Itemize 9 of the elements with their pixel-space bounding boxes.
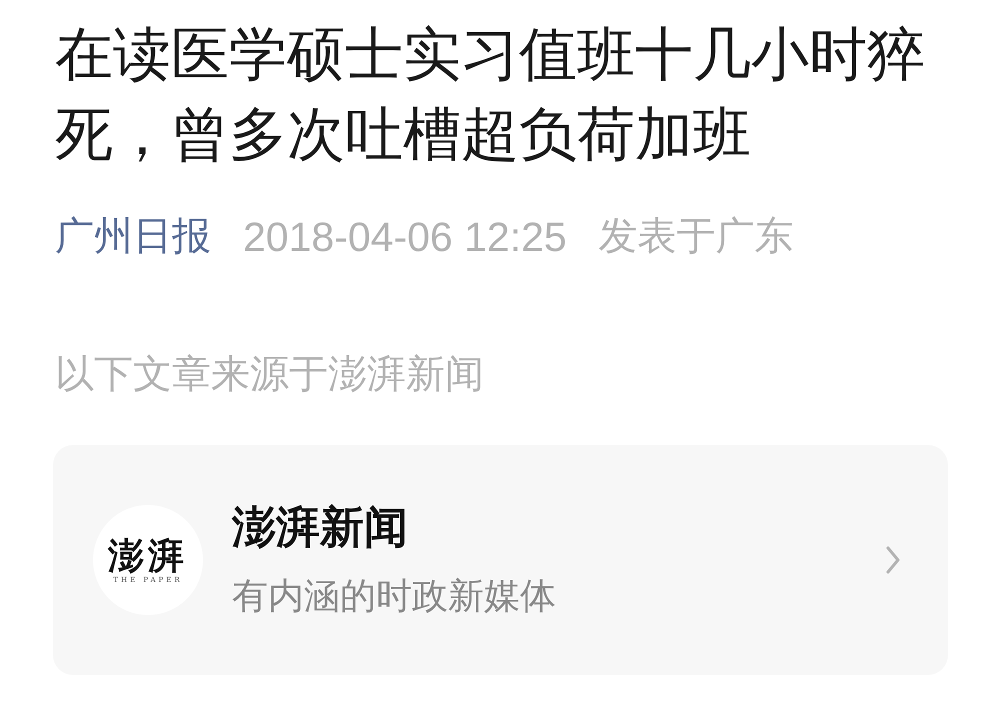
article-title: 在读医学硕士实习值班十几小时猝死，曾多次吐槽超负荷加班 [55, 21, 926, 169]
source-note: 以下文章来源于澎湃新闻 [55, 352, 485, 398]
publish-time: 2018-04-06 12:25 [243, 213, 567, 262]
logo-mark-text: 澎湃 [108, 536, 188, 576]
account-name: 澎湃新闻 [232, 502, 408, 554]
author-link[interactable]: 广州日报 [55, 212, 211, 262]
account-description: 有内涵的时政新媒体 [232, 574, 556, 618]
publish-location: 发表于广东 [598, 214, 794, 260]
chevron-right-icon [886, 546, 900, 574]
